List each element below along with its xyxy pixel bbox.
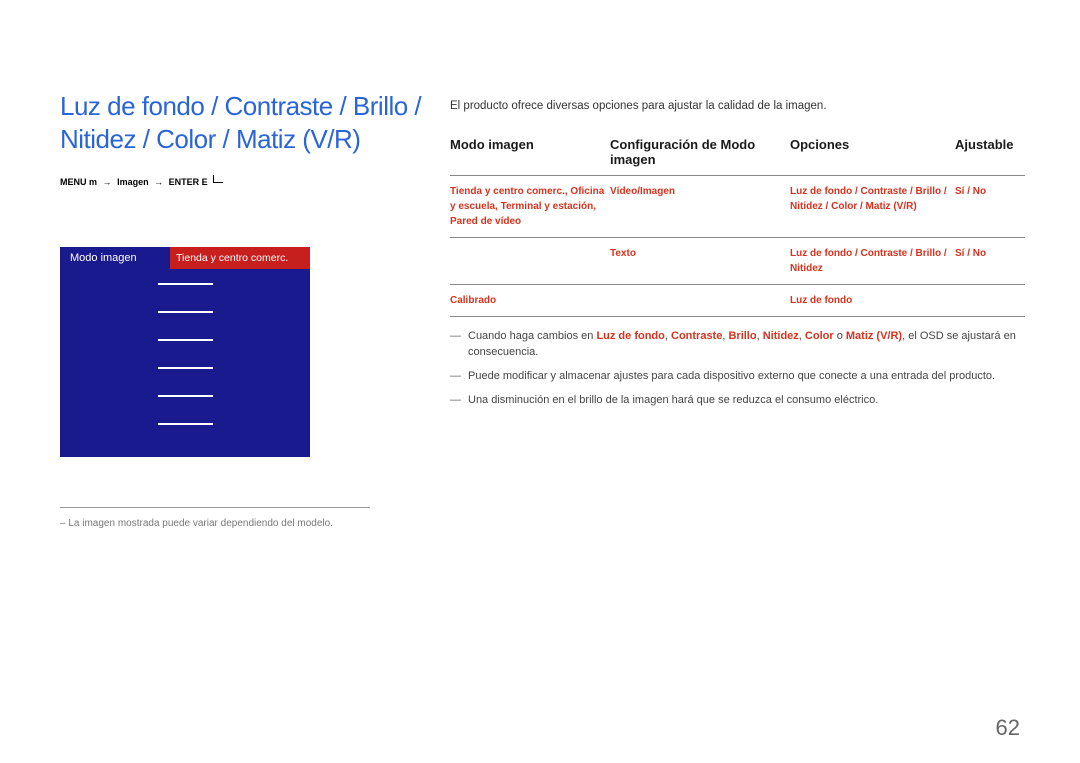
- note-item: Cuando haga cambios en Luz de fondo, Con…: [450, 329, 1025, 361]
- divider: [60, 507, 370, 508]
- note-item: Una disminución en el brillo de la image…: [450, 393, 1025, 409]
- menu-placeholder-line: [158, 283, 213, 285]
- mode-menu-header: Modo imagen Tienda y centro comerc.: [60, 247, 310, 269]
- menu-placeholder-line: [158, 423, 213, 425]
- table-row: Texto Luz de fondo / Contraste / Brillo …: [450, 237, 1025, 284]
- menu-placeholder-line: [158, 395, 213, 397]
- cell-options: Luz de fondo: [790, 293, 955, 308]
- intro-text: El producto ofrece diversas opciones par…: [450, 100, 1025, 112]
- menu-placeholder-line: [158, 311, 213, 313]
- cell-adj: [955, 293, 1025, 308]
- cell-config: Texto: [610, 246, 790, 276]
- enter-label: ENTER E: [169, 177, 208, 187]
- mode-menu-value: Tienda y centro comerc.: [170, 247, 310, 269]
- cell-adj: Sí / No: [955, 246, 1025, 276]
- arrow-icon: →: [103, 177, 112, 187]
- table-row: Tienda y centro comerc., Oficina y escue…: [450, 175, 1025, 237]
- page-number: 62: [996, 715, 1020, 741]
- table-header: Modo imagen Configuración de Modo imagen…: [450, 137, 1025, 175]
- page: Luz de fondo / Contraste / Brillo / Niti…: [0, 0, 1080, 763]
- th-options: Opciones: [790, 137, 955, 167]
- arrow-icon: →: [154, 177, 163, 187]
- menu-placeholder-line: [158, 367, 213, 369]
- cell-adj: Sí / No: [955, 184, 1025, 229]
- th-mode: Modo imagen: [450, 137, 610, 167]
- cell-config: [610, 293, 790, 308]
- notes: Cuando haga cambios en Luz de fondo, Con…: [450, 329, 1025, 409]
- model-footnote: – La imagen mostrada puede variar depend…: [60, 518, 430, 529]
- cell-config: Vídeo/Imagen: [610, 184, 790, 229]
- menu-label: MENU: [60, 177, 87, 187]
- cell-mode: Calibrado: [450, 293, 610, 308]
- th-adj: Ajustable: [955, 137, 1025, 167]
- menu-path: MENU m → Imagen → ENTER E: [60, 177, 430, 187]
- mode-menu-body: [60, 269, 310, 425]
- mode-menu-box: Modo imagen Tienda y centro comerc.: [60, 247, 310, 457]
- th-config: Configuración de Modo imagen: [610, 137, 790, 167]
- mode-menu-label: Modo imagen: [60, 252, 170, 264]
- cell-mode: Tienda y centro comerc., Oficina y escue…: [450, 184, 610, 229]
- menu-item: Imagen: [117, 177, 149, 187]
- table-row: Calibrado Luz de fondo: [450, 284, 1025, 317]
- note-item: Puede modificar y almacenar ajustes para…: [450, 369, 1025, 385]
- right-column: El producto ofrece diversas opciones par…: [450, 100, 1025, 417]
- left-column: Luz de fondo / Contraste / Brillo / Niti…: [60, 90, 430, 529]
- cell-options: Luz de fondo / Contraste / Brillo / Niti…: [790, 184, 955, 229]
- config-table: Modo imagen Configuración de Modo imagen…: [450, 137, 1025, 317]
- page-title: Luz de fondo / Contraste / Brillo / Niti…: [60, 90, 430, 155]
- menu-m-icon: m: [89, 177, 97, 187]
- cell-options: Luz de fondo / Contraste / Brillo / Niti…: [790, 246, 955, 276]
- enter-icon: [213, 175, 223, 183]
- menu-placeholder-line: [158, 339, 213, 341]
- cell-mode: [450, 246, 610, 276]
